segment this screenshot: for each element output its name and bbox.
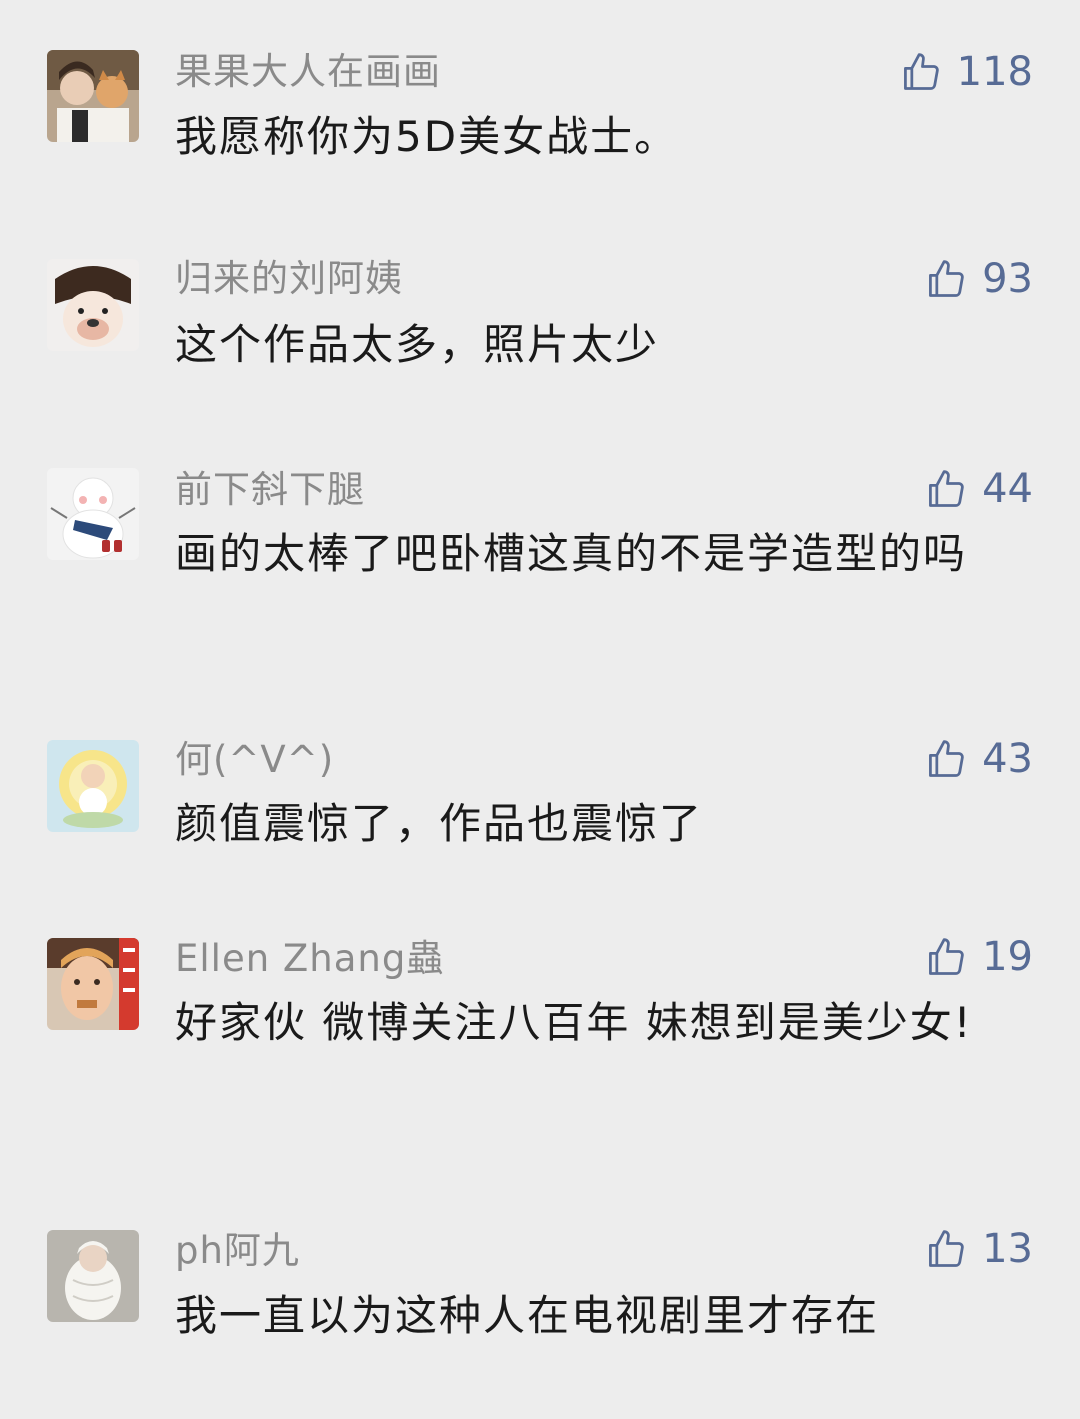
comment-text: 我一直以为这种人在电视剧里才存在 — [175, 1291, 880, 1340]
nickname[interactable]: ph阿九 — [175, 1229, 300, 1273]
like-count: 13 — [982, 1226, 1033, 1272]
like-button[interactable]: 13 — [924, 1225, 1033, 1273]
avatar[interactable] — [47, 1230, 139, 1322]
thumbs-up-icon — [929, 1230, 964, 1267]
comment-item: ph阿九 13 我一直以为这种人在电视剧里才存在 — [0, 0, 1080, 1419]
